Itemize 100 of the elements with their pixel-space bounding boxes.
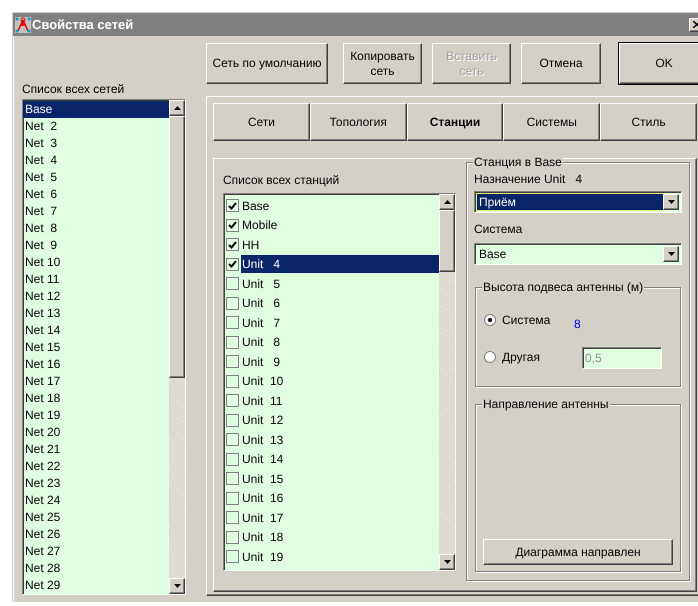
station-item[interactable]: Unit 13 xyxy=(241,430,439,449)
up-arrow-icon xyxy=(444,200,450,204)
check-icon xyxy=(228,202,237,210)
dropdown[interactable]: Base xyxy=(474,243,682,265)
dialog-button[interactable]: Отмена xyxy=(521,43,601,84)
checkbox[interactable] xyxy=(226,316,239,330)
dialog-button[interactable]: Копировать сеть xyxy=(343,43,422,84)
station-item[interactable]: Base xyxy=(241,196,439,215)
tab[interactable]: Станции xyxy=(406,103,504,141)
scroll-down-button[interactable] xyxy=(169,578,185,594)
dialog-button[interactable]: OK xyxy=(619,43,698,84)
station-item[interactable]: Unit 14 xyxy=(241,450,439,468)
tab[interactable]: Топология xyxy=(310,103,407,141)
diagram-button[interactable]: Диаграмма направлен xyxy=(483,539,673,565)
network-item[interactable]: Net 19 xyxy=(23,407,169,424)
checkbox[interactable] xyxy=(226,511,239,524)
checkbox[interactable] xyxy=(226,238,239,252)
network-item[interactable]: Net 20 xyxy=(23,424,169,441)
network-list[interactable]: Base Net 2 Net 3 Net 4 Net 5 Net 6 Net 7 Net 8 Net 9 Net 10 Net 11 Net 12 Net 13 Net 14 Net 15 Net 16 Net 17 Net 18 Net 19 Net 20 Net 21 Net 22 Net 23 Net 24 Net 25 Net 26 Net 27 Net 28 Net 29 xyxy=(22,99,186,595)
network-item[interactable]: Net 15 xyxy=(23,339,169,356)
station-item[interactable]: Unit 17 xyxy=(241,508,439,527)
network-item[interactable]: Net 28 xyxy=(23,560,169,577)
station-item[interactable]: Unit 4 xyxy=(241,255,439,274)
network-item[interactable]: Net 27 xyxy=(23,543,169,560)
checkbox[interactable] xyxy=(226,550,239,564)
network-item[interactable]: Net 14 xyxy=(23,322,169,339)
checkbox[interactable] xyxy=(226,414,239,427)
tab[interactable]: Системы xyxy=(503,103,600,141)
checkbox[interactable] xyxy=(226,258,239,271)
checkbox[interactable] xyxy=(226,336,239,349)
dropdown-value: Приём xyxy=(477,194,663,210)
radio-label[interactable]: Система xyxy=(502,311,574,329)
network-item[interactable]: Net 29 xyxy=(23,577,169,594)
station-item[interactable]: Unit 8 xyxy=(241,333,439,352)
network-item[interactable]: Net 23 xyxy=(23,475,169,492)
up-arrow-icon xyxy=(174,106,180,110)
scroll-down-button[interactable] xyxy=(439,554,455,570)
checkbox[interactable] xyxy=(226,218,239,232)
network-item[interactable]: Net 6 xyxy=(23,186,169,203)
network-item[interactable]: Net 21 xyxy=(23,441,169,458)
network-item[interactable]: Net 13 xyxy=(23,305,169,322)
station-item[interactable]: Unit 18 xyxy=(241,528,439,546)
checkbox[interactable] xyxy=(226,452,239,466)
station-item[interactable]: Unit 7 xyxy=(241,314,439,332)
window-title: Свойства сетей xyxy=(32,16,134,34)
station-item[interactable]: Unit 5 xyxy=(241,274,439,293)
scroll-thumb[interactable] xyxy=(169,116,185,378)
station-item[interactable]: Unit 10 xyxy=(241,372,439,390)
network-item[interactable]: Net 16 xyxy=(23,356,169,373)
network-item[interactable]: Net 8 xyxy=(23,220,169,237)
checkbox[interactable] xyxy=(226,374,239,388)
network-item[interactable]: Net 18 xyxy=(23,390,169,407)
station-item[interactable]: HH xyxy=(241,236,439,254)
station-item[interactable]: Unit 19 xyxy=(241,548,439,566)
network-item[interactable]: Net 26 xyxy=(23,526,169,543)
network-item[interactable]: Net 24 xyxy=(23,492,169,509)
network-item[interactable]: Net 5 xyxy=(23,169,169,186)
checkbox[interactable] xyxy=(226,394,239,408)
scroll-down-button[interactable] xyxy=(663,246,679,262)
radio-button[interactable] xyxy=(484,314,496,326)
station-item[interactable]: Unit 9 xyxy=(241,352,439,371)
checkbox[interactable] xyxy=(226,277,239,290)
network-item[interactable]: Net 25 xyxy=(23,509,169,526)
network-item[interactable]: Net 2 xyxy=(23,118,169,135)
scroll-thumb[interactable] xyxy=(439,210,455,272)
station-item[interactable]: Unit 11 xyxy=(241,392,439,410)
network-item[interactable]: Net 7 xyxy=(23,203,169,220)
scroll-up-button[interactable] xyxy=(439,194,455,210)
network-item[interactable]: Net 11 xyxy=(23,271,169,288)
checkbox[interactable] xyxy=(226,530,239,544)
station-item[interactable]: Unit 15 xyxy=(241,470,439,488)
station-list[interactable]: Base Mobile HH Unit 4 Unit 5 Unit 6 Unit 7 Unit 8 Unit 9 Unit 10 Unit 11 Unit 12 Unit 13 Unit 14 Unit 15 Unit 16 Unit 17 Unit 18 Unit 19 xyxy=(223,193,456,571)
check-icon xyxy=(228,221,237,230)
network-item[interactable]: Base xyxy=(23,101,169,118)
station-item[interactable]: Unit 12 xyxy=(241,411,439,430)
dropdown[interactable]: Приём xyxy=(474,191,682,213)
checkbox[interactable] xyxy=(226,296,239,310)
network-item[interactable]: Net 3 xyxy=(23,135,169,152)
station-item[interactable]: Unit 16 xyxy=(241,489,439,508)
checkbox[interactable] xyxy=(226,492,239,505)
network-item[interactable]: Net 12 xyxy=(23,288,169,305)
list-label: Список всех станций xyxy=(223,173,340,187)
dialog-button[interactable]: Сеть по умолчанию xyxy=(206,43,328,84)
station-item[interactable]: Unit 6 xyxy=(241,294,439,312)
scroll-up-button[interactable] xyxy=(169,100,185,116)
network-item[interactable]: Net 17 xyxy=(23,373,169,390)
checkbox[interactable] xyxy=(226,433,239,446)
network-item[interactable]: Net 22 xyxy=(23,458,169,475)
checkbox[interactable] xyxy=(226,355,239,368)
network-item[interactable]: Net 4 xyxy=(23,152,169,169)
checkbox[interactable] xyxy=(226,472,239,486)
scroll-down-button[interactable] xyxy=(663,194,679,210)
down-arrow-icon xyxy=(444,560,450,564)
height-value: 8 xyxy=(574,316,581,333)
network-item[interactable]: Net 9 xyxy=(23,237,169,254)
network-item[interactable]: Net 10 xyxy=(23,254,169,271)
station-item[interactable]: Mobile xyxy=(241,216,439,234)
checkbox[interactable] xyxy=(226,199,239,212)
tab[interactable]: Сети xyxy=(213,103,310,141)
tab[interactable]: Стиль xyxy=(600,103,697,141)
